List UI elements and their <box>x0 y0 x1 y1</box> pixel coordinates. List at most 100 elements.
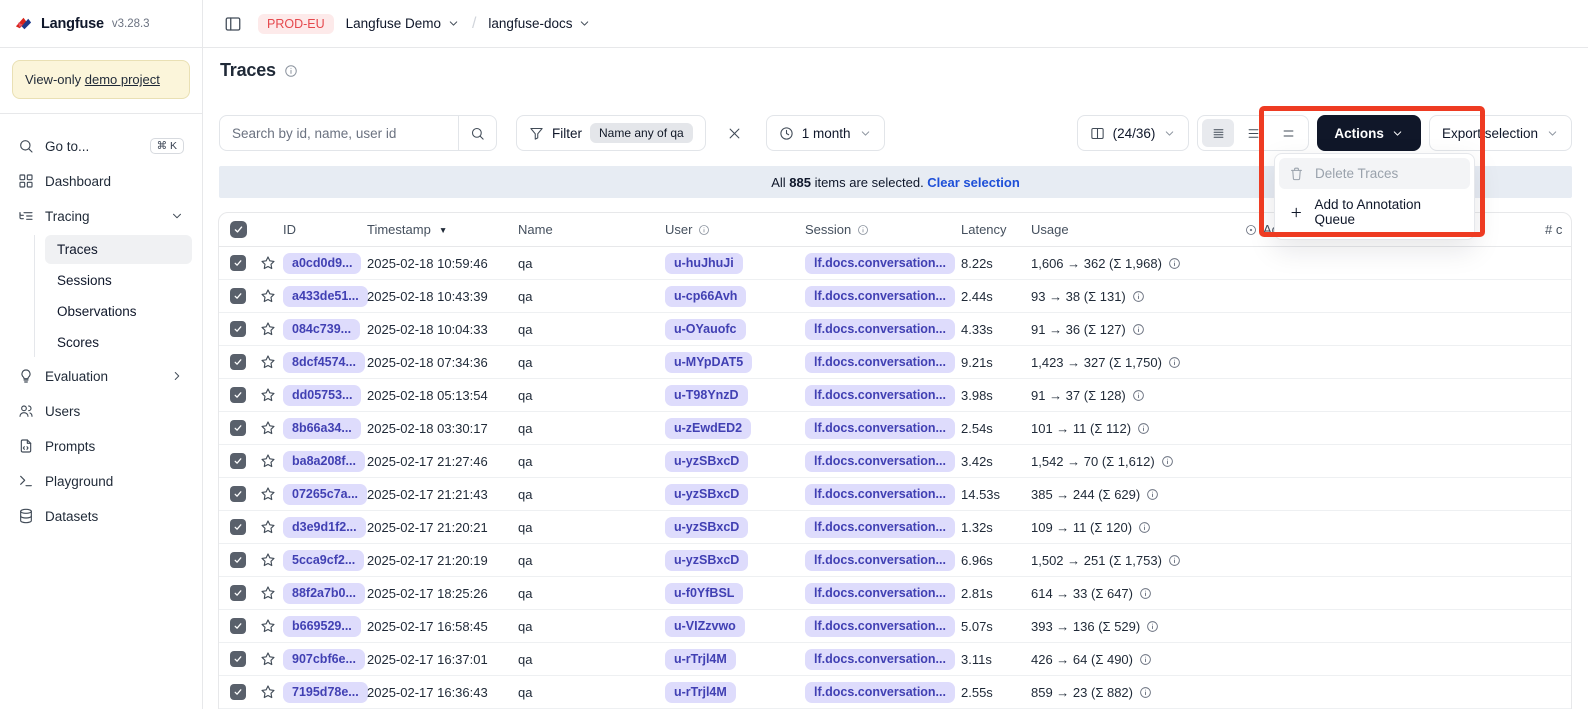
info-icon[interactable] <box>1146 620 1159 633</box>
info-icon[interactable] <box>1168 356 1181 369</box>
bookmark-star-icon[interactable] <box>260 676 276 708</box>
trace-id-badge[interactable]: a0cd0d9... <box>283 253 361 274</box>
sidebar-toggle-button[interactable] <box>220 11 246 37</box>
session-badge[interactable]: lf.docs.conversation... <box>805 451 955 472</box>
session-badge[interactable]: lf.docs.conversation... <box>805 616 955 637</box>
bookmark-star-icon[interactable] <box>260 511 276 543</box>
row-checkbox[interactable] <box>230 453 246 469</box>
row-checkbox[interactable] <box>230 519 246 535</box>
sidebar-item-evaluation[interactable]: Evaluation <box>10 360 192 392</box>
info-icon[interactable] <box>1139 686 1152 699</box>
sidebar-item-prompts[interactable]: Prompts <box>10 430 192 462</box>
user-badge[interactable]: u-VIZzvwo <box>665 616 745 637</box>
search-submit[interactable] <box>459 126 496 141</box>
row-checkbox[interactable] <box>230 651 246 667</box>
clear-filter-button[interactable] <box>723 121 747 145</box>
session-badge[interactable]: lf.docs.conversation... <box>805 484 955 505</box>
trace-id-badge[interactable]: 88f2a7b0... <box>283 583 365 604</box>
session-badge[interactable]: lf.docs.conversation... <box>805 550 955 571</box>
trace-id-badge[interactable]: b669529... <box>283 616 361 637</box>
session-badge[interactable]: lf.docs.conversation... <box>805 418 955 439</box>
clear-selection-link[interactable]: Clear selection <box>927 175 1020 190</box>
user-badge[interactable]: u-f0YfBSL <box>665 583 743 604</box>
info-icon[interactable] <box>1138 521 1151 534</box>
row-checkbox[interactable] <box>230 420 246 436</box>
user-badge[interactable]: u-yzSBxcD <box>665 550 748 571</box>
info-icon[interactable] <box>1132 290 1145 303</box>
info-icon[interactable] <box>1146 488 1159 501</box>
trace-id-badge[interactable]: 907cbf6e... <box>283 649 365 670</box>
trace-id-badge[interactable]: 5cca9cf2... <box>283 550 364 571</box>
sidebar-item-users[interactable]: Users <box>10 395 192 427</box>
user-badge[interactable]: u-huJhuJi <box>665 253 743 274</box>
row-height-medium-button[interactable] <box>1237 119 1269 147</box>
info-icon[interactable] <box>1139 653 1152 666</box>
session-badge[interactable]: lf.docs.conversation... <box>805 517 955 538</box>
header-name[interactable]: Name <box>518 213 553 246</box>
bookmark-star-icon[interactable] <box>260 544 276 576</box>
filter-chip[interactable]: Name any of qa <box>590 123 693 143</box>
header-latency[interactable]: Latency <box>961 213 1007 246</box>
actions-button[interactable]: Actions <box>1317 115 1421 151</box>
session-badge[interactable]: lf.docs.conversation... <box>805 352 955 373</box>
org-breadcrumb[interactable]: Langfuse Demo <box>346 16 460 31</box>
info-icon[interactable] <box>1132 323 1145 336</box>
trace-id-badge[interactable]: a433de51... <box>283 286 368 307</box>
user-badge[interactable]: u-cp66Avh <box>665 286 746 307</box>
search-input[interactable] <box>220 126 458 141</box>
bookmark-star-icon[interactable] <box>260 346 276 378</box>
select-all-checkbox[interactable] <box>230 221 247 238</box>
user-badge[interactable]: u-rTrjl4M <box>665 682 736 703</box>
trace-id-badge[interactable]: dd05753... <box>283 385 361 406</box>
row-checkbox[interactable] <box>230 387 246 403</box>
row-checkbox[interactable] <box>230 354 246 370</box>
row-checkbox[interactable] <box>230 552 246 568</box>
bookmark-star-icon[interactable] <box>260 478 276 510</box>
header-user[interactable]: User <box>665 213 710 246</box>
session-badge[interactable]: lf.docs.conversation... <box>805 253 955 274</box>
row-checkbox[interactable] <box>230 288 246 304</box>
environment-badge[interactable]: PROD-EU <box>258 14 334 34</box>
bookmark-star-icon[interactable] <box>260 577 276 609</box>
menu-item-add-to-annotation-queue[interactable]: Add to Annotation Queue <box>1279 189 1470 235</box>
export-selection-button[interactable]: Export selection <box>1429 115 1572 151</box>
filter-button[interactable]: Filter Name any of qa <box>516 115 706 151</box>
bookmark-star-icon[interactable] <box>260 280 276 312</box>
sidebar-item-tracing[interactable]: Tracing <box>10 200 192 232</box>
header-score-truncated[interactable]: # c <box>1545 213 1562 246</box>
info-icon[interactable] <box>1139 587 1152 600</box>
bookmark-star-icon[interactable] <box>260 610 276 642</box>
row-checkbox[interactable] <box>230 618 246 634</box>
row-checkbox[interactable] <box>230 585 246 601</box>
columns-button[interactable]: (24/36) <box>1077 115 1190 151</box>
session-badge[interactable]: lf.docs.conversation... <box>805 649 955 670</box>
bookmark-star-icon[interactable] <box>260 643 276 675</box>
bookmark-star-icon[interactable] <box>260 445 276 477</box>
trace-id-badge[interactable]: d3e9d1f2... <box>283 517 366 538</box>
header-id[interactable]: ID <box>283 213 296 246</box>
row-checkbox[interactable] <box>230 684 246 700</box>
row-height-large-button[interactable] <box>1272 119 1304 147</box>
user-badge[interactable]: u-yzSBxcD <box>665 517 748 538</box>
user-badge[interactable]: u-rTrjl4M <box>665 649 736 670</box>
info-icon[interactable] <box>1161 455 1174 468</box>
row-checkbox[interactable] <box>230 321 246 337</box>
time-range-button[interactable]: 1 month <box>766 115 885 151</box>
project-breadcrumb[interactable]: langfuse-docs <box>488 16 591 31</box>
sidebar-item-observations[interactable]: Observations <box>45 297 192 326</box>
sidebar-item-scores[interactable]: Scores <box>45 328 192 357</box>
row-checkbox[interactable] <box>230 255 246 271</box>
row-checkbox[interactable] <box>230 486 246 502</box>
trace-id-badge[interactable]: 7195d78e... <box>283 682 368 703</box>
menu-item-delete-traces[interactable]: Delete Traces <box>1279 158 1470 189</box>
session-badge[interactable]: lf.docs.conversation... <box>805 319 955 340</box>
bookmark-star-icon[interactable] <box>260 247 276 279</box>
header-session[interactable]: Session <box>805 213 869 246</box>
info-icon[interactable] <box>1168 257 1181 270</box>
info-icon[interactable] <box>1168 554 1181 567</box>
info-icon[interactable] <box>1137 422 1150 435</box>
trace-id-badge[interactable]: 8b66a34... <box>283 418 361 439</box>
session-badge[interactable]: lf.docs.conversation... <box>805 385 955 406</box>
session-badge[interactable]: lf.docs.conversation... <box>805 583 955 604</box>
user-badge[interactable]: u-yzSBxcD <box>665 484 748 505</box>
